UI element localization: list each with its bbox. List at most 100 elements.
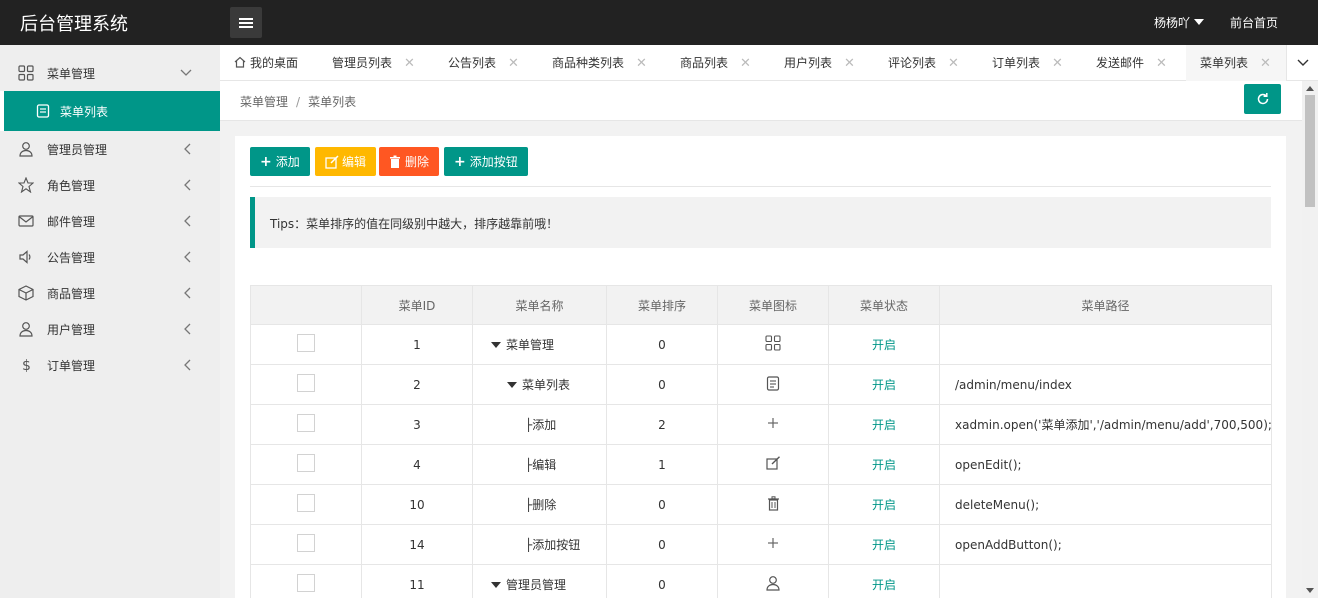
tab-admin-list[interactable]: 管理员列表 ✕ — [332, 45, 415, 81]
sidebar-item-menu[interactable]: 菜单管理 — [0, 55, 220, 91]
row-checkbox[interactable] — [297, 334, 315, 352]
user-icon — [19, 142, 33, 157]
row-checkbox[interactable] — [297, 454, 315, 472]
close-icon[interactable]: ✕ — [740, 56, 751, 71]
sidebar-item-role[interactable]: 角色管理 — [0, 167, 220, 203]
user-menu[interactable]: 杨杨吖 — [1154, 14, 1205, 31]
close-icon[interactable]: ✕ — [404, 56, 415, 71]
table-row[interactable]: 4 ├编辑 1 开启 openEdit(); — [250, 444, 1272, 485]
table-row[interactable]: 14 ├添加按钮 0 开启 openAddButton(); — [250, 524, 1272, 565]
tab-notice-list[interactable]: 公告列表 ✕ — [448, 45, 519, 81]
row-checkbox-cell — [250, 564, 362, 598]
table-row[interactable]: 1 菜单管理 0 开启 — [250, 324, 1272, 365]
caret-down-icon[interactable] — [491, 582, 501, 588]
tab-label: 商品种类列表 — [552, 56, 625, 70]
menu-table: 菜单ID 菜单名称 菜单排序 菜单图标 菜单状态 菜单路径 1 菜单管理 0 开启 2 菜… — [250, 285, 1272, 598]
trash-icon — [390, 155, 400, 168]
refresh-button[interactable] — [1244, 84, 1281, 114]
add-menu-button-button[interactable]: + 添加按钮 — [444, 147, 528, 176]
row-checkbox[interactable] — [297, 574, 315, 592]
delete-button[interactable]: 删除 — [379, 147, 440, 176]
speaker-icon — [19, 250, 31, 264]
menu-sort: 0 — [606, 484, 718, 525]
close-icon[interactable]: ✕ — [1156, 56, 1167, 71]
plus-icon: + — [260, 153, 272, 170]
sidebar-item-goods[interactable]: 商品管理 — [0, 275, 220, 311]
plus-icon — [767, 537, 779, 552]
add-button[interactable]: + 添加 — [250, 147, 310, 176]
row-checkbox[interactable] — [297, 494, 315, 512]
sidebar-subitem-menu-list[interactable]: 菜单列表 — [0, 91, 220, 131]
menu-sort: 2 — [606, 404, 718, 445]
sidebar-item-mail[interactable]: 邮件管理 — [0, 203, 220, 239]
tab-comment-list[interactable]: 评论列表 ✕ — [888, 45, 959, 81]
table-header-row: 菜单ID 菜单名称 菜单排序 菜单图标 菜单状态 菜单路径 — [250, 285, 1272, 325]
tab-menu-list[interactable]: 菜单列表 ✕ — [1186, 45, 1286, 81]
menu-path: openEdit(); — [939, 444, 1272, 485]
sidebar-item-users[interactable]: 用户管理 — [0, 311, 220, 347]
row-checkbox[interactable] — [297, 534, 315, 552]
table-row[interactable]: 11 管理员管理 0 开启 — [250, 564, 1272, 598]
plus-icon — [767, 417, 779, 432]
caret-down-icon — [1194, 19, 1205, 25]
menu-name: ├添加按钮 — [525, 538, 581, 552]
breadcrumb-bar: 菜单管理 / 菜单列表 — [220, 81, 1302, 121]
table-header-icon: 菜单图标 — [717, 285, 829, 325]
menu-name: ├编辑 — [525, 458, 557, 472]
edit-button[interactable]: 编辑 — [315, 147, 377, 176]
scroll-thumb[interactable] — [1305, 95, 1315, 207]
menu-card: + 添加 编辑 删除 + 添加按钮 Tips：菜单排序的值在同级别中越大，排序越靠前… — [235, 136, 1286, 598]
caret-down-icon[interactable] — [507, 382, 517, 388]
top-header: 后台管理系统 杨杨吖 前台首页 — [0, 0, 1318, 45]
scroll-down-arrow[interactable] — [1306, 588, 1314, 593]
menu-id: 1 — [361, 324, 473, 365]
row-checkbox[interactable] — [297, 414, 315, 432]
close-icon[interactable]: ✕ — [1052, 56, 1063, 71]
chevron-left-icon — [184, 143, 191, 155]
tab-goods-category-list[interactable]: 商品种类列表 ✕ — [552, 45, 647, 81]
grid-icon — [18, 65, 34, 81]
add-button-label: 添加 — [275, 155, 300, 169]
row-checkbox-cell — [250, 444, 362, 485]
table-row[interactable]: 2 菜单列表 0 开启/admin/menu/index — [250, 364, 1272, 405]
sidebar-item-admin[interactable]: 管理员管理 — [0, 131, 220, 167]
table-header-status: 菜单状态 — [828, 285, 940, 325]
tab-label: 我的桌面 — [250, 56, 299, 70]
main-content: 菜单管理 / 菜单列表 + 添加 编辑 删除 + 添加按钮 Tips：菜单排序的值在同级… — [220, 81, 1302, 598]
menu-status: 开启 — [828, 524, 940, 565]
table-header-path: 菜单路径 — [939, 285, 1272, 325]
close-icon[interactable]: ✕ — [508, 56, 519, 71]
edit-icon — [765, 456, 781, 473]
close-icon[interactable]: ✕ — [844, 56, 855, 71]
tab-desktop[interactable]: 我的桌面 — [234, 45, 298, 81]
caret-down-icon[interactable] — [491, 342, 501, 348]
front-page-link[interactable]: 前台首页 — [1230, 14, 1278, 31]
close-icon[interactable]: ✕ — [948, 56, 959, 71]
delete-button-label: 删除 — [405, 155, 430, 169]
scroll-up-arrow[interactable] — [1306, 86, 1314, 91]
table-row[interactable]: 3 ├添加 2 开启 xadmin.open('菜单添加','/admin/menu/a… — [250, 404, 1272, 445]
sidebar-item-notice[interactable]: 公告管理 — [0, 239, 220, 275]
tab-user-list[interactable]: 用户列表 ✕ — [784, 45, 855, 81]
menu-status: 开启 — [828, 364, 940, 405]
row-checkbox[interactable] — [297, 374, 315, 392]
breadcrumb-parent[interactable]: 菜单管理 — [240, 95, 288, 109]
tab-label: 用户列表 — [784, 56, 833, 70]
vertical-scrollbar[interactable] — [1302, 81, 1318, 598]
menu-status: 开启 — [828, 484, 940, 525]
tips-text: Tips：菜单排序的值在同级别中越大，排序越靠前哦！ — [270, 217, 559, 231]
menu-icon-cell — [717, 324, 829, 365]
sidebar-item-orders[interactable]: $ 订单管理 — [0, 347, 220, 383]
edit-button-label: 编辑 — [342, 155, 367, 169]
app-logo[interactable]: 后台管理系统 — [20, 10, 128, 36]
close-icon[interactable]: ✕ — [636, 56, 647, 71]
tab-order-list[interactable]: 订单列表 ✕ — [992, 45, 1063, 81]
row-checkbox-cell — [250, 364, 362, 405]
tab-more-button[interactable] — [1286, 45, 1318, 81]
table-row[interactable]: 10 ├删除 0 开启 deleteMenu(); — [250, 484, 1272, 525]
menu-id: 11 — [361, 564, 473, 598]
tab-goods-list[interactable]: 商品列表 ✕ — [680, 45, 751, 81]
menu-toggle-button[interactable] — [230, 7, 262, 38]
tab-send-mail[interactable]: 发送邮件 ✕ — [1096, 45, 1167, 81]
close-icon[interactable]: ✕ — [1260, 56, 1271, 71]
